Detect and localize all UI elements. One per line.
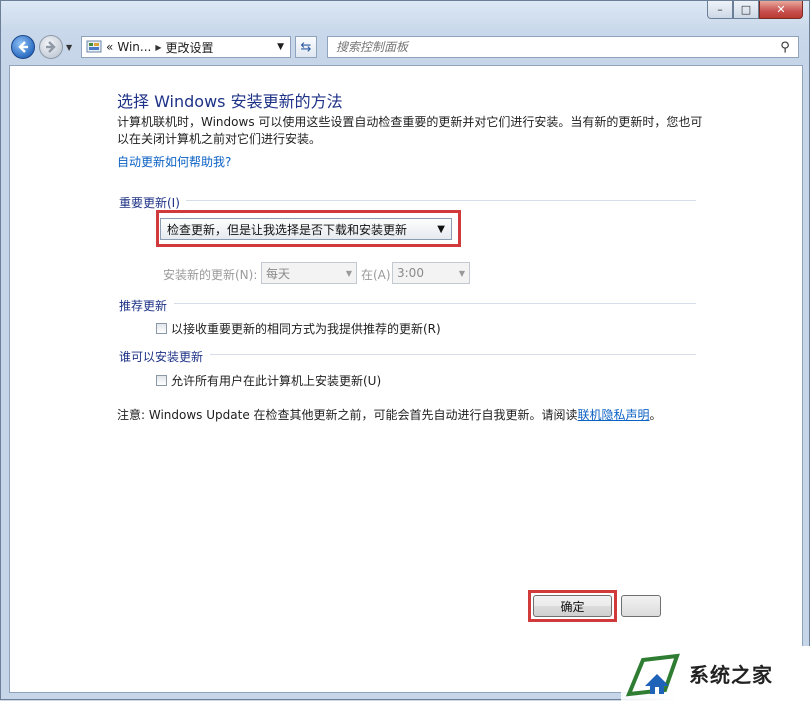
- install-day-value: 每天: [266, 266, 291, 281]
- recommended-updates-checkbox-label[interactable]: 以接收重要更新的相同方式为我提供推荐的更新(R): [171, 320, 441, 337]
- caption-buttons: – □ ✕: [707, 1, 803, 19]
- watermark: 系统之家: [621, 646, 810, 701]
- note-suffix: 。: [649, 408, 662, 422]
- page-title: 选择 Windows 安装更新的方法: [117, 92, 343, 111]
- recommended-updates-label: 推荐更新: [119, 299, 168, 313]
- recent-pages-dropdown-icon[interactable]: ▼: [66, 43, 72, 52]
- breadcrumb-change-settings[interactable]: 更改设置: [165, 39, 213, 56]
- who-can-install-divider: [210, 354, 696, 355]
- breadcrumb-separator-icon[interactable]: ▶: [155, 43, 161, 52]
- address-dropdown-icon[interactable]: ▼: [277, 42, 284, 52]
- install-time-label: 在(A): [361, 268, 391, 282]
- important-updates-divider: [186, 200, 696, 201]
- navigation-bar: ▼ « Win... ▶ 更改设置 ▼ ⇆ ⚲: [9, 33, 801, 61]
- install-day-dropdown[interactable]: 每天 ▼: [261, 262, 357, 284]
- dropdown-arrow-icon: ▼: [458, 268, 465, 278]
- install-schedule-label: 安装新的更新(N):: [163, 268, 258, 282]
- all-users-checkbox[interactable]: [156, 375, 167, 386]
- privacy-statement-link[interactable]: 联机隐私声明: [578, 408, 650, 422]
- note-body: 注意: Windows Update 在检查其他更新之前，可能会首先自动进行自我…: [117, 408, 578, 422]
- breadcrumb-overflow[interactable]: «: [106, 40, 113, 54]
- ok-button[interactable]: 确定: [533, 595, 612, 617]
- cancel-button[interactable]: [621, 595, 661, 617]
- who-can-install-label: 谁可以安装更新: [119, 350, 204, 364]
- search-input[interactable]: [328, 39, 776, 55]
- dropdown-arrow-icon: ▼: [437, 223, 445, 235]
- minimize-button[interactable]: –: [707, 1, 733, 19]
- control-panel-window: – □ ✕ ▼ « Win... ▶ 更改设置 ▼ ⇆ 搜索控制面板 ⚲ 选择 …: [0, 0, 810, 701]
- important-updates-label: 重要更新(I): [119, 196, 180, 210]
- watermark-text: 系统之家: [689, 663, 773, 687]
- all-users-checkbox-label[interactable]: 允许所有用户在此计算机上安装更新(U): [171, 372, 381, 389]
- back-arrow-icon: [18, 41, 28, 53]
- control-panel-icon: [86, 40, 102, 53]
- maximize-button[interactable]: □: [733, 1, 759, 19]
- content-pane: 选择 Windows 安装更新的方法 计算机联机时，Windows 可以使用这些…: [9, 65, 803, 693]
- forward-arrow-icon: [46, 41, 56, 53]
- search-icon[interactable]: ⚲: [776, 40, 794, 55]
- important-updates-selected: 检查更新，但是让我选择是否下载和安装更新: [167, 222, 408, 237]
- refresh-icon: ⇆: [300, 39, 312, 55]
- help-link[interactable]: 自动更新如何帮助我?: [117, 153, 231, 170]
- refresh-button[interactable]: ⇆: [295, 36, 317, 58]
- important-updates-dropdown[interactable]: 检查更新，但是让我选择是否下载和安装更新 ▼: [160, 218, 452, 240]
- search-box[interactable]: ⚲: [327, 36, 799, 58]
- all-users-option[interactable]: 允许所有用户在此计算机上安装更新(U): [156, 372, 381, 389]
- breadcrumb-windows-update[interactable]: Win...: [117, 40, 151, 54]
- address-bar[interactable]: « Win... ▶ 更改设置 ▼: [81, 36, 291, 58]
- recommended-updates-checkbox[interactable]: [156, 323, 167, 334]
- install-time-dropdown[interactable]: 3:00 ▼: [392, 262, 470, 284]
- recommended-updates-divider: [174, 303, 696, 304]
- forward-button[interactable]: [39, 35, 63, 59]
- back-button[interactable]: [11, 35, 35, 59]
- page-description: 计算机联机时，Windows 可以使用这些设置自动检查重要的更新并对它们进行安装…: [117, 115, 703, 146]
- dropdown-arrow-icon: ▼: [345, 268, 352, 278]
- close-button[interactable]: ✕: [759, 1, 803, 19]
- note-text: 注意: Windows Update 在检查其他更新之前，可能会首先自动进行自我…: [117, 406, 662, 423]
- install-time-value: 3:00: [397, 266, 424, 280]
- recommended-updates-option[interactable]: 以接收重要更新的相同方式为我提供推荐的更新(R): [156, 320, 441, 337]
- house-logo-icon: [625, 653, 680, 696]
